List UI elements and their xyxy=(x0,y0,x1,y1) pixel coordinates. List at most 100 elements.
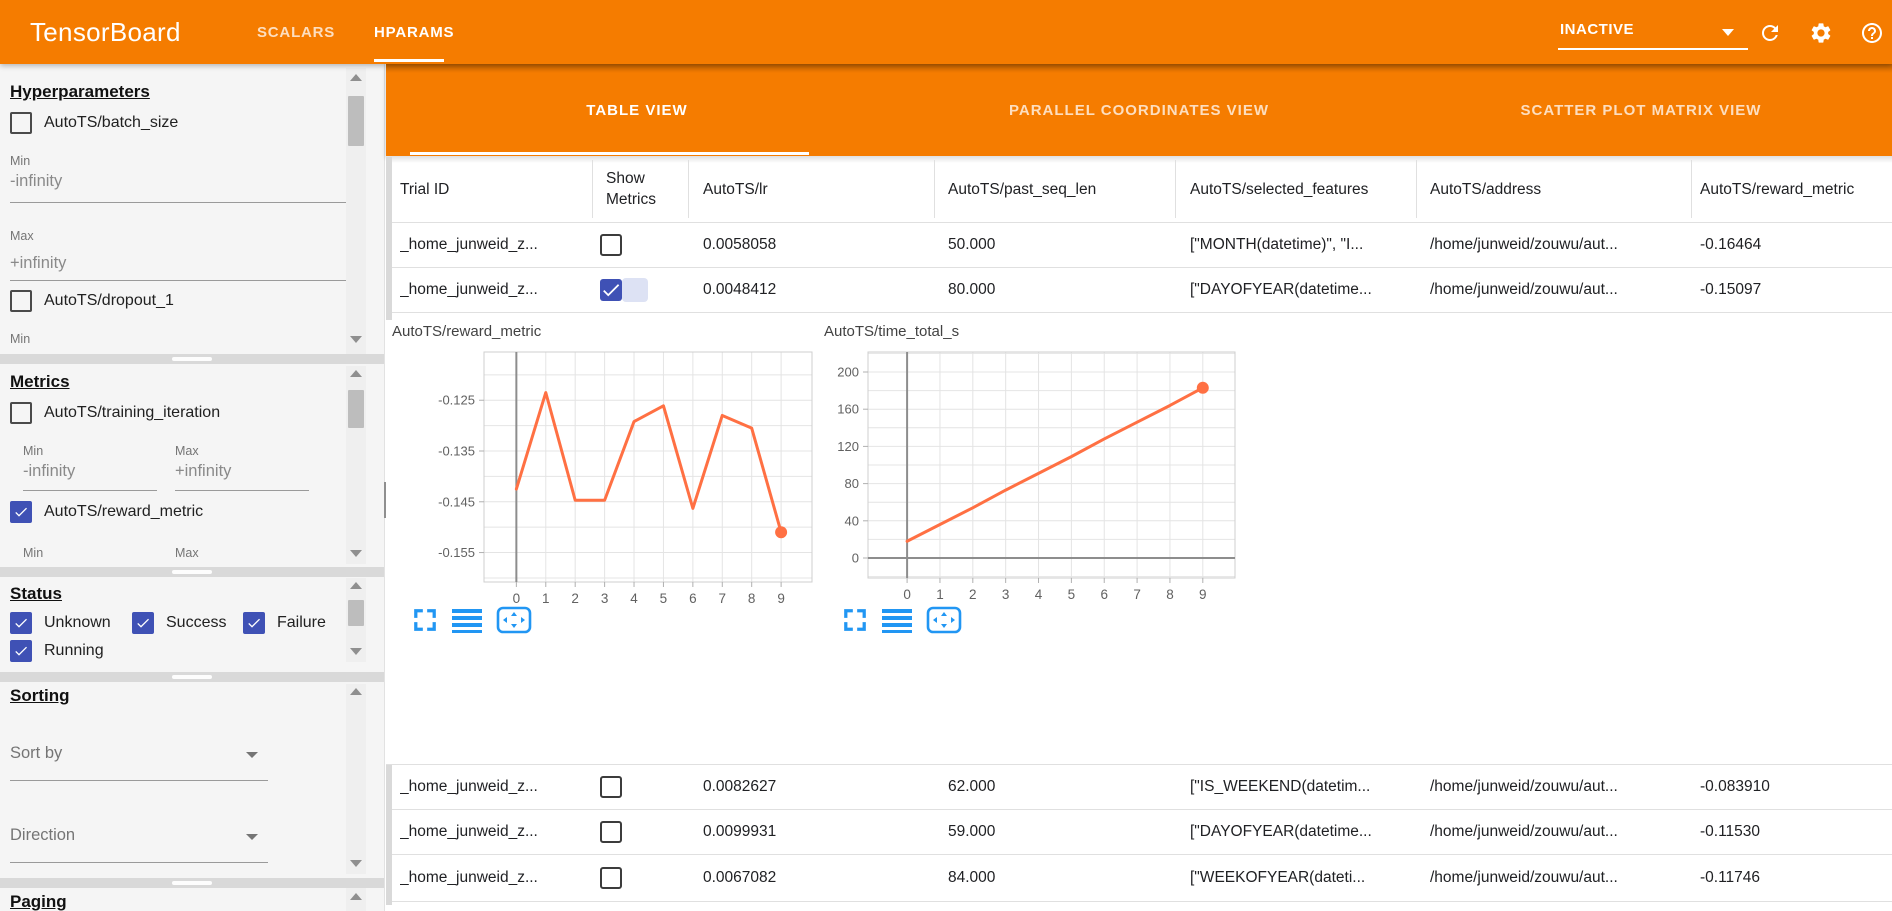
time-total-chart[interactable]: 040801201602000123456789 xyxy=(820,345,1280,610)
tab-scalars[interactable]: SCALARS xyxy=(257,24,335,41)
checkbox-status-unknown[interactable] xyxy=(10,612,32,634)
tab-table-view[interactable]: TABLE VIEW xyxy=(386,64,888,156)
svg-text:0: 0 xyxy=(513,591,521,606)
cell-reward-metric: -0.083910 xyxy=(1700,765,1876,809)
hparam-row-batch-size: AutoTS/batch_size xyxy=(10,112,178,134)
section-splitter[interactable] xyxy=(0,878,384,888)
cell-selected-features: ["MONTH(datetime)", "I... xyxy=(1190,222,1396,267)
tab-parallel-coordinates-view[interactable]: PARALLEL COORDINATES VIEW xyxy=(888,64,1390,156)
scrollbar-status[interactable] xyxy=(346,578,366,662)
tab-hparams[interactable]: HPARAMS xyxy=(374,24,454,41)
direction-dropdown[interactable]: Direction xyxy=(10,826,268,863)
reward-metric-chart[interactable]: -0.125-0.135-0.145-0.1550123456789 xyxy=(386,345,846,610)
pane-splitter-handle[interactable] xyxy=(384,482,386,518)
active-tab-underline xyxy=(374,59,444,62)
show-metrics-checkbox[interactable] xyxy=(600,821,622,843)
cell-lr: 0.0099931 xyxy=(703,810,903,854)
max-input[interactable]: +infinity xyxy=(175,462,231,481)
checkbox-status-success[interactable] xyxy=(132,612,154,634)
checkbox-reward-metric[interactable] xyxy=(10,501,32,523)
scrollbar-sorting[interactable] xyxy=(346,684,366,874)
show-metrics-checkbox[interactable] xyxy=(600,279,622,301)
show-metrics-checkbox[interactable] xyxy=(600,867,622,889)
column-header-past-seq-len[interactable]: AutoTS/past_seq_len xyxy=(948,156,1158,222)
cell-trial-id: _home_junweid_z... xyxy=(400,222,590,267)
data-table-icon[interactable] xyxy=(452,607,482,638)
metric-row-training-iteration: AutoTS/training_iteration xyxy=(10,402,220,424)
table-row: _home_junweid_z...0.006708284.000["WEEKO… xyxy=(386,855,1892,902)
tensorboard-logo: TensorBoard xyxy=(30,17,181,48)
cell-past-seq-len: 80.000 xyxy=(948,268,1158,312)
column-header-address[interactable]: AutoTS/address xyxy=(1430,156,1670,222)
scrollbar-metrics[interactable] xyxy=(346,366,366,564)
run-status-dropdown[interactable]: INACTIVE xyxy=(1558,18,1748,50)
table-header: Trial ID Show Metrics AutoTS/lr AutoTS/p… xyxy=(386,156,1892,223)
status-option-unknown: Unknown xyxy=(10,612,111,634)
svg-text:7: 7 xyxy=(719,591,727,606)
chart-toolbar-reward-metric xyxy=(412,606,532,639)
checkbox-status-failure[interactable] xyxy=(243,612,265,634)
column-header-lr[interactable]: AutoTS/lr xyxy=(703,156,903,222)
section-splitter[interactable] xyxy=(0,354,384,364)
help-icon[interactable] xyxy=(1860,21,1884,45)
cell-trial-id: _home_junweid_z... xyxy=(400,268,590,312)
fullscreen-icon[interactable] xyxy=(842,607,868,638)
section-title-paging: Paging xyxy=(10,892,67,911)
data-table-icon[interactable] xyxy=(882,607,912,638)
fullscreen-icon[interactable] xyxy=(412,607,438,638)
scrollbar-hyperparameters[interactable] xyxy=(346,68,366,354)
cell-reward-metric: -0.11746 xyxy=(1700,855,1876,901)
svg-text:0: 0 xyxy=(903,587,911,602)
chevron-down-icon xyxy=(246,834,258,840)
cell-trial-id: _home_junweid_z... xyxy=(400,855,590,901)
pan-reset-icon[interactable] xyxy=(496,606,532,639)
checkbox-ripple xyxy=(622,278,648,302)
sort-by-dropdown[interactable]: Sort by xyxy=(10,744,268,781)
svg-text:4: 4 xyxy=(630,591,638,606)
svg-text:6: 6 xyxy=(689,591,697,606)
min-input[interactable]: -infinity xyxy=(10,172,62,191)
checkbox-status-running[interactable] xyxy=(10,640,32,662)
svg-text:3: 3 xyxy=(601,591,609,606)
svg-text:80: 80 xyxy=(845,476,859,491)
cell-reward-metric: -0.11530 xyxy=(1700,810,1876,854)
max-input[interactable]: +infinity xyxy=(10,254,66,273)
status-label: Success xyxy=(166,614,226,632)
checkbox-training-iteration[interactable] xyxy=(10,402,32,424)
cell-address: /home/junweid/zouwu/aut... xyxy=(1430,765,1680,809)
column-header-show-metrics[interactable]: Show Metrics xyxy=(606,156,668,222)
session-rows-top: _home_junweid_z...0.005805850.000["MONTH… xyxy=(386,222,1892,313)
show-metrics-checkbox[interactable] xyxy=(600,234,622,256)
section-title-status: Status xyxy=(10,584,62,604)
input-underline xyxy=(10,280,350,281)
cell-trial-id: _home_junweid_z... xyxy=(400,810,590,854)
chevron-down-icon xyxy=(1722,29,1734,36)
min-label: Min xyxy=(10,332,30,346)
section-splitter[interactable] xyxy=(0,672,384,682)
min-input[interactable]: -infinity xyxy=(23,462,75,481)
cell-reward-metric: -0.16464 xyxy=(1700,222,1876,267)
svg-text:160: 160 xyxy=(837,402,859,417)
section-splitter[interactable] xyxy=(0,567,384,577)
input-underline xyxy=(10,202,350,203)
refresh-icon[interactable] xyxy=(1758,21,1782,45)
checkbox-batch-size[interactable] xyxy=(10,112,32,134)
dropdown-underline xyxy=(10,780,268,781)
svg-text:6: 6 xyxy=(1100,587,1108,602)
settings-icon[interactable] xyxy=(1809,21,1833,45)
cell-past-seq-len: 84.000 xyxy=(948,855,1158,901)
svg-text:120: 120 xyxy=(837,439,859,454)
svg-text:9: 9 xyxy=(1199,587,1207,602)
table-scrollbar-thumb[interactable] xyxy=(386,765,392,905)
show-metrics-checkbox[interactable] xyxy=(600,776,622,798)
svg-text:-0.145: -0.145 xyxy=(438,494,475,509)
pan-reset-icon[interactable] xyxy=(926,606,962,639)
table-scrollbar-thumb[interactable] xyxy=(386,157,392,320)
scrollbar-paging[interactable] xyxy=(346,888,366,911)
column-header-trial-id[interactable]: Trial ID xyxy=(400,156,580,222)
tab-scatter-plot-matrix-view[interactable]: SCATTER PLOT MATRIX VIEW xyxy=(1390,64,1892,156)
column-header-selected-features[interactable]: AutoTS/selected_features xyxy=(1190,156,1396,222)
cell-past-seq-len: 62.000 xyxy=(948,765,1158,809)
column-header-reward-metric[interactable]: AutoTS/reward_metric xyxy=(1700,156,1876,222)
checkbox-dropout-1[interactable] xyxy=(10,290,32,312)
